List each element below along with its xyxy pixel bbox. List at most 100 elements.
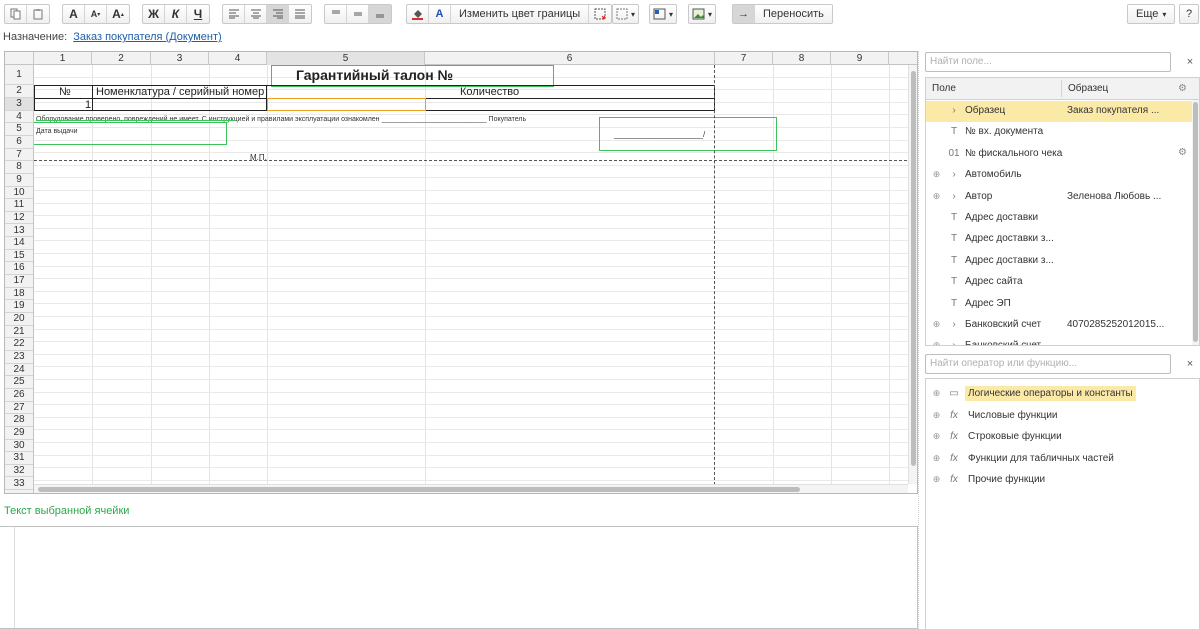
row-header[interactable]: 16 [5, 262, 33, 276]
field-row[interactable]: T Адрес доставки з... [926, 229, 1194, 250]
cell-grid[interactable]: Гарантийный талон № № Номенклатура / сер… [34, 65, 908, 484]
horizontal-scrollbar[interactable] [34, 484, 908, 493]
fields-scrollbar[interactable] [1192, 100, 1199, 345]
align-center-icon[interactable] [245, 5, 267, 23]
row-header[interactable]: 31 [5, 452, 33, 465]
column-header[interactable]: 4 [209, 52, 267, 65]
row-header[interactable]: 22 [5, 338, 33, 351]
row-header[interactable]: 23 [5, 351, 33, 364]
row-header[interactable]: 1 [5, 65, 33, 85]
row-header[interactable]: 28 [5, 414, 33, 427]
copy-icon[interactable] [5, 5, 27, 23]
border-style-icon[interactable]: ▾ [613, 5, 638, 23]
bold-button[interactable]: Ж [143, 5, 165, 23]
expand-icon[interactable]: ⊕ [932, 410, 941, 420]
field-row[interactable]: ⊕ › Банковский счет [926, 336, 1194, 345]
column-header[interactable]: 1 [34, 52, 92, 65]
operator-row[interactable]: ⊕ fx Функции для табличных частей [926, 449, 1197, 470]
field-row[interactable]: › Образец Заказ покупателя ... [926, 101, 1194, 122]
row-header[interactable]: 21 [5, 326, 33, 339]
expand-icon[interactable]: ⊕ [932, 475, 941, 484]
expand-icon[interactable]: ⊕ [932, 389, 941, 398]
row-header[interactable]: 25 [5, 376, 33, 389]
field-settings-icon[interactable]: ⚙ [1178, 147, 1187, 158]
expand-icon[interactable] [932, 127, 941, 136]
row-header[interactable]: 5 [5, 123, 33, 136]
align-left-icon[interactable] [223, 5, 245, 23]
field-search-input[interactable]: Найти поле... [925, 52, 1171, 72]
paste-icon[interactable] [27, 5, 49, 23]
align-justify-icon[interactable] [289, 5, 311, 23]
row-header[interactable]: 18 [5, 288, 33, 301]
valign-middle-icon[interactable] [347, 5, 369, 23]
row-header[interactable]: 17 [5, 275, 33, 288]
field-row[interactable]: T Адрес ЭП [926, 294, 1194, 315]
operator-search-input[interactable]: Найти оператор или функцию... [925, 354, 1171, 374]
expand-icon[interactable] [932, 256, 941, 265]
field-row[interactable]: T № вх. документа [926, 122, 1194, 143]
expand-icon[interactable]: ⊕ [932, 170, 941, 179]
expand-icon[interactable] [932, 234, 941, 243]
border-style-dropdown[interactable]: ▾ [612, 4, 640, 24]
expand-icon[interactable] [932, 277, 941, 286]
selected-cell[interactable] [267, 98, 426, 111]
field-row[interactable]: T Адрес сайта [926, 272, 1194, 293]
row-header[interactable]: 20 [5, 313, 33, 326]
column-header[interactable]: 9 [831, 52, 889, 65]
valign-top-icon[interactable] [325, 5, 347, 23]
field-row[interactable]: T Адрес доставки з... [926, 251, 1194, 272]
row-header[interactable]: 32 [5, 465, 33, 478]
field-row[interactable]: ⊕ › Автор Зеленова Любовь ... [926, 187, 1194, 208]
row-header[interactable]: 29 [5, 427, 33, 440]
clear-operator-search-icon[interactable]: × [1183, 357, 1197, 371]
row-header[interactable]: 12 [5, 212, 33, 225]
fill-color-icon[interactable] [407, 5, 429, 23]
row-header[interactable]: 15 [5, 250, 33, 263]
fields-scroll-thumb[interactable] [1193, 102, 1198, 342]
merge-dropdown[interactable]: ▾ [649, 4, 678, 24]
row-header[interactable]: 10 [5, 187, 33, 200]
expand-icon[interactable]: ⊕ [932, 191, 941, 201]
underline-button[interactable]: Ч [187, 5, 209, 23]
expand-icon[interactable] [932, 106, 941, 115]
purpose-link[interactable]: Заказ покупателя (Документ) [73, 31, 221, 45]
row-header[interactable]: 30 [5, 440, 33, 453]
font-button[interactable]: A [63, 5, 85, 23]
wrap-arrow-icon[interactable]: → [733, 5, 755, 23]
wrap-button[interactable]: Переносить [755, 5, 832, 23]
expand-icon[interactable]: ⊕ [932, 453, 941, 463]
row-header[interactable]: 27 [5, 402, 33, 415]
row-header[interactable]: 26 [5, 389, 33, 402]
row-header[interactable]: 24 [5, 364, 33, 377]
column-header[interactable]: 5 [267, 52, 425, 65]
expand-icon[interactable]: ⊕ [932, 432, 941, 441]
operator-row[interactable]: ⊕ fx Числовые функции [926, 406, 1197, 427]
align-right-icon[interactable] [267, 5, 289, 23]
operator-row[interactable]: ⊕ fx Прочие функции [926, 470, 1197, 491]
field-row[interactable]: ⊕ › Банковский счет 4070285252012015... [926, 315, 1194, 336]
row-header[interactable]: 14 [5, 237, 33, 250]
spreadsheet[interactable]: 1 2 3 4 5 6 7 8 9 1 2 3 4 5 6 7 8 9 10 11 12 13 14 15 1… [4, 51, 918, 494]
increase-font-button[interactable]: A ▴ [107, 5, 129, 23]
operator-row[interactable]: ⊕ fx Строковые функции [926, 427, 1197, 448]
vertical-scrollbar[interactable] [908, 65, 917, 484]
expand-icon[interactable]: ⊕ [932, 341, 941, 345]
merge-cells-icon[interactable]: ▾ [650, 5, 676, 23]
header-field[interactable]: Поле [932, 83, 956, 94]
row-header[interactable]: 13 [5, 225, 33, 238]
row-header[interactable]: 33 [5, 478, 33, 491]
row-header[interactable]: 11 [5, 199, 33, 212]
row-header[interactable]: 7 [5, 149, 33, 162]
column-header[interactable]: 2 [92, 52, 151, 65]
row-header[interactable]: 3 [5, 98, 33, 111]
decrease-font-button[interactable]: A ▾ [85, 5, 107, 23]
field-row[interactable]: T Адрес доставки [926, 208, 1194, 229]
operator-row[interactable]: ⊕ ▭ Логические операторы и константы [926, 384, 1197, 405]
expand-icon[interactable] [932, 299, 941, 308]
borders-icon[interactable] [589, 5, 611, 23]
row-header[interactable]: 2 [5, 85, 33, 98]
picture-icon[interactable]: ▾ [689, 5, 715, 23]
horizontal-scroll-thumb[interactable] [38, 487, 800, 492]
header-sample[interactable]: Образец [1068, 83, 1108, 94]
expand-icon[interactable] [932, 213, 941, 222]
